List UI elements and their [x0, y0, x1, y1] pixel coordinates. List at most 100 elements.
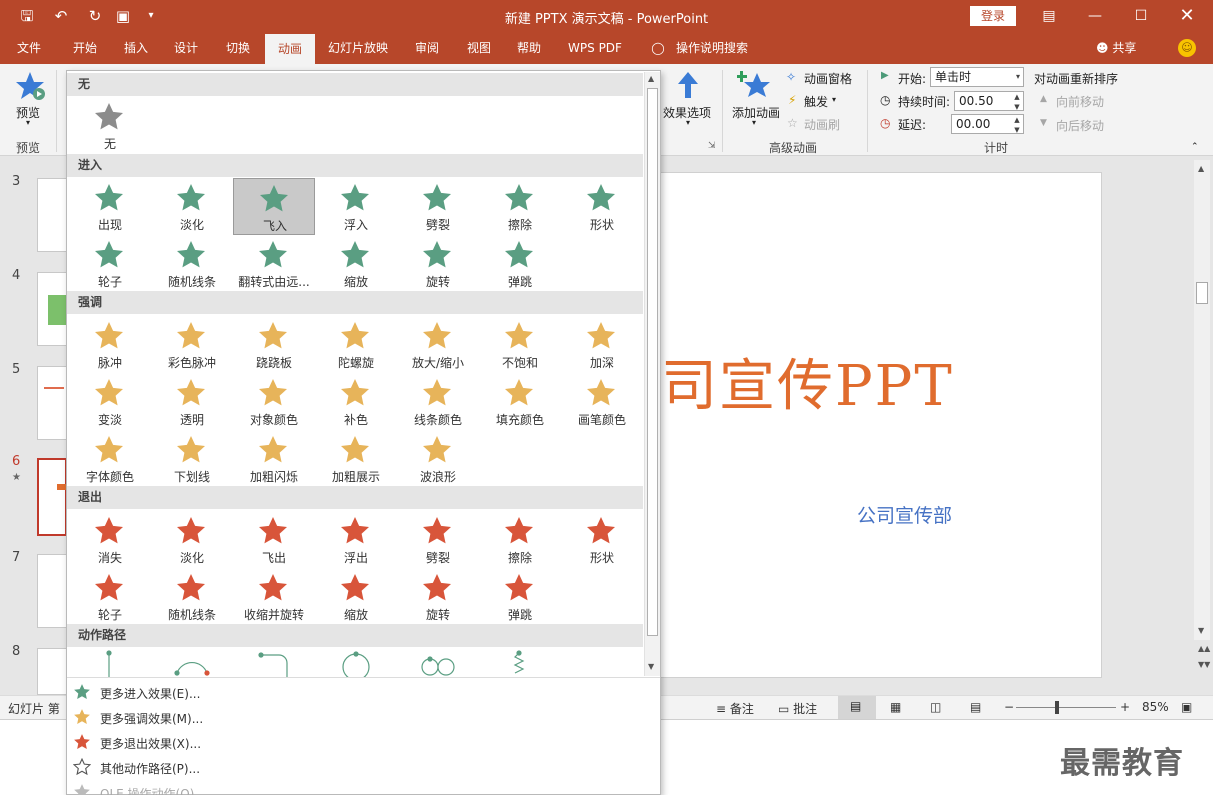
redo-icon[interactable]: ↻: [84, 6, 106, 26]
exit-effect-7[interactable]: 轮子: [69, 568, 151, 625]
exit-effect-12[interactable]: 弹跳: [479, 568, 561, 625]
entrance-effect-9[interactable]: 翻转式由远...: [233, 235, 315, 292]
slide-title[interactable]: 司宣传PPT: [661, 341, 954, 422]
more-motion-paths-item[interactable]: 其他动作路径(P)...: [67, 755, 660, 780]
motion-path-icons[interactable]: [67, 649, 643, 677]
effect-none[interactable]: 无: [69, 97, 151, 154]
tab-wps-pdf[interactable]: WPS PDF: [560, 32, 630, 64]
zoom-in-icon[interactable]: +: [1120, 700, 1130, 714]
comments-button[interactable]: ▭ 批注: [778, 700, 817, 717]
emphasis-effect-16[interactable]: 加粗闪烁: [233, 430, 315, 487]
minimize-icon[interactable]: —: [1072, 0, 1118, 32]
slide-subtitle[interactable]: 公司宣传部: [857, 501, 952, 528]
tell-me-search[interactable]: 操作说明搜索: [672, 32, 752, 64]
maximize-icon[interactable]: ☐: [1118, 0, 1164, 32]
duration-stepper[interactable]: ▲ ▼: [1011, 92, 1023, 112]
emphasis-effect-10[interactable]: 补色: [315, 373, 397, 430]
tab-insert[interactable]: 插入: [114, 32, 158, 64]
save-icon[interactable]: 🖫: [16, 6, 38, 26]
entrance-effect-10[interactable]: 缩放: [315, 235, 397, 292]
share-button[interactable]: ☻ 共享: [1096, 32, 1136, 64]
exit-effect-10[interactable]: 缩放: [315, 568, 397, 625]
exit-effect-1[interactable]: 淡化: [151, 511, 233, 568]
emphasis-effect-4[interactable]: 放大/缩小: [397, 316, 479, 373]
gallery-scroll-thumb[interactable]: [647, 88, 658, 636]
zoom-out-icon[interactable]: −: [1004, 700, 1014, 714]
tab-transitions[interactable]: 切换: [216, 32, 260, 64]
entrance-effect-3[interactable]: 浮入: [315, 178, 397, 235]
exit-effect-5[interactable]: 擦除: [479, 511, 561, 568]
preview-dropdown-icon[interactable]: ▾: [26, 118, 30, 127]
emphasis-effect-18[interactable]: 波浪形: [397, 430, 479, 487]
emphasis-effect-1[interactable]: 彩色脉冲: [151, 316, 233, 373]
emphasis-effect-0[interactable]: 脉冲: [69, 316, 151, 373]
close-icon[interactable]: ✕: [1164, 0, 1210, 32]
entrance-effect-1[interactable]: 淡化: [151, 178, 233, 235]
trigger-button[interactable]: 触发: [804, 93, 828, 110]
emphasis-effect-7[interactable]: 变淡: [69, 373, 151, 430]
slide-thumbnail[interactable]: [37, 178, 67, 252]
exit-effect-4[interactable]: 劈裂: [397, 511, 479, 568]
customize-quick-access-icon[interactable]: ▾: [140, 6, 162, 26]
emphasis-effect-11[interactable]: 线条颜色: [397, 373, 479, 430]
previous-slide-icon[interactable]: ▲▲: [1198, 644, 1210, 653]
zoom-slider[interactable]: [1016, 707, 1116, 708]
entrance-effect-5[interactable]: 擦除: [479, 178, 561, 235]
tab-view[interactable]: 视图: [456, 32, 502, 64]
slide-thumbnail[interactable]: [37, 366, 67, 440]
gallery-scrollbar[interactable]: ▲ ▼: [644, 72, 660, 676]
login-button[interactable]: 登录: [970, 6, 1016, 26]
more-emphasis-effects-item[interactable]: 更多强调效果(M)...: [67, 705, 660, 730]
tab-animations[interactable]: 动画: [265, 34, 315, 64]
exit-effect-6[interactable]: 形状: [561, 511, 643, 568]
start-select[interactable]: 单击时: [930, 67, 1024, 87]
more-entrance-effects-item[interactable]: 更多进入效果(E)...: [67, 680, 660, 705]
animation-pane-icon[interactable]: ✧: [786, 70, 796, 84]
tab-slideshow[interactable]: 幻灯片放映: [322, 32, 394, 64]
add-animation-dropdown-icon[interactable]: ▾: [752, 118, 756, 127]
slide-thumbnail[interactable]: [37, 272, 67, 346]
trigger-icon[interactable]: ⚡: [788, 93, 796, 107]
tab-help[interactable]: 帮助: [508, 32, 550, 64]
tab-review[interactable]: 审阅: [404, 32, 450, 64]
zoom-level[interactable]: 85%: [1142, 700, 1169, 714]
tab-home[interactable]: 开始: [62, 32, 108, 64]
entrance-effect-4[interactable]: 劈裂: [397, 178, 479, 235]
start-slideshow-icon[interactable]: ▣: [112, 6, 134, 26]
slide-thumbnail[interactable]: [37, 554, 67, 628]
exit-effect-8[interactable]: 随机线条: [151, 568, 233, 625]
lightbulb-icon[interactable]: ◯: [648, 32, 668, 64]
next-slide-icon[interactable]: ▼▼: [1198, 660, 1210, 669]
slide-thumbnail-selected[interactable]: [37, 458, 67, 536]
gallery-scroll-down-icon[interactable]: ▼: [648, 662, 654, 671]
fit-to-window-icon[interactable]: ▣: [1181, 700, 1192, 714]
add-animation-icon[interactable]: [737, 69, 771, 101]
emphasis-effect-6[interactable]: 加深: [561, 316, 643, 373]
trigger-dropdown-icon[interactable]: ▾: [832, 95, 836, 104]
emphasis-effect-2[interactable]: 跷跷板: [233, 316, 315, 373]
preview-star-icon[interactable]: [14, 70, 46, 102]
entrance-effect-11[interactable]: 旋转: [397, 235, 479, 292]
notes-button[interactable]: ≡ 备注: [716, 700, 754, 717]
scroll-down-icon[interactable]: ▼: [1198, 626, 1204, 635]
start-dropdown-icon[interactable]: ▾: [1012, 68, 1024, 88]
entrance-effect-8[interactable]: 随机线条: [151, 235, 233, 292]
emphasis-effect-3[interactable]: 陀螺旋: [315, 316, 397, 373]
animation-pane-button[interactable]: 动画窗格: [804, 70, 852, 87]
emphasis-effect-17[interactable]: 加粗展示: [315, 430, 397, 487]
exit-effect-9[interactable]: 收缩并旋转: [233, 568, 315, 625]
effect-options-dropdown-icon[interactable]: ▾: [686, 118, 690, 127]
effect-options-arrow-icon[interactable]: [676, 70, 700, 100]
emphasis-effect-15[interactable]: 下划线: [151, 430, 233, 487]
vertical-scrollbar[interactable]: ▲ ▼: [1194, 160, 1210, 640]
feedback-smiley-icon[interactable]: ☺: [1178, 39, 1196, 57]
scroll-thumb[interactable]: [1196, 282, 1208, 304]
slide-canvas[interactable]: 司宣传PPT 公司宣传部: [660, 172, 1102, 678]
entrance-effect-7[interactable]: 轮子: [69, 235, 151, 292]
reading-view-icon[interactable]: ◫: [930, 700, 941, 714]
exit-effect-11[interactable]: 旋转: [397, 568, 479, 625]
ribbon-display-options-icon[interactable]: ▤: [1026, 0, 1072, 32]
delay-stepper[interactable]: ▲ ▼: [1011, 115, 1023, 135]
more-exit-effects-item[interactable]: 更多退出效果(X)...: [67, 730, 660, 755]
entrance-effect-6[interactable]: 形状: [561, 178, 643, 235]
